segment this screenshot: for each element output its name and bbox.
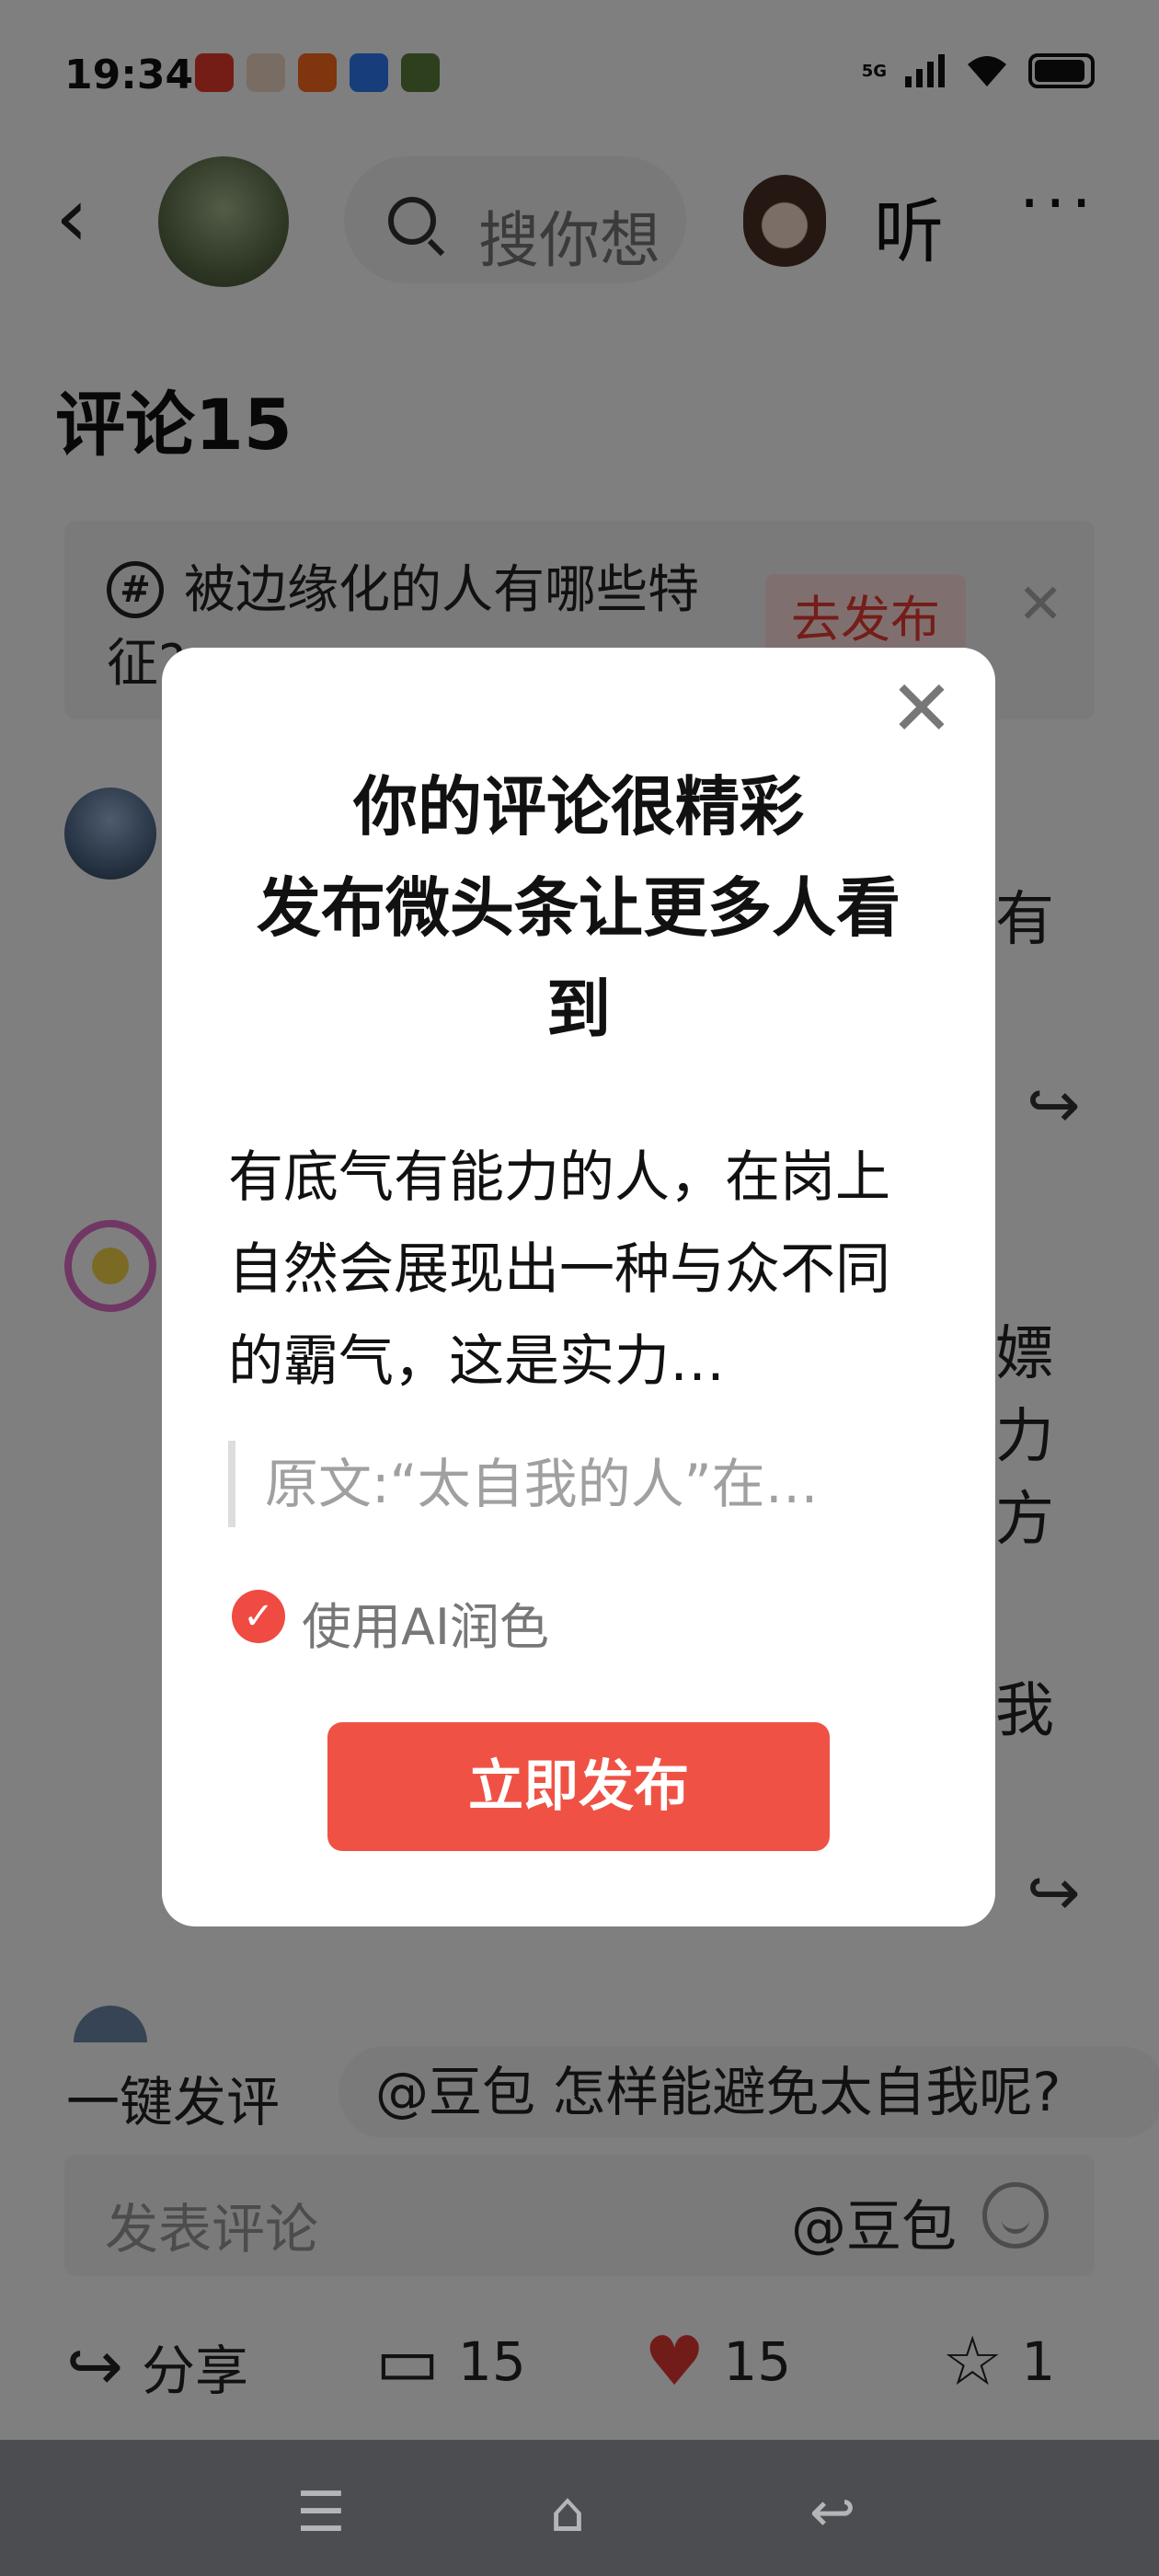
original-quote: 原文:“太自我的人”在… <box>228 1441 909 1527</box>
home-icon[interactable]: ⌂ <box>550 2480 585 2545</box>
modal-comment-text: 有底气有能力的人，在岗上自然会展现出一种与众不同的霸气，这是实力… <box>228 1145 890 1394</box>
system-nav-bar: ☰ ⌂ ↩ <box>0 2440 1159 2576</box>
checkbox-checked-icon[interactable]: ✓ <box>232 1590 285 1643</box>
modal-title: 你的评论很精彩 发布微头条让更多人看到 <box>257 769 901 1047</box>
publish-modal: ✕ 你的评论很精彩 发布微头条让更多人看到 有底气有能力的人，在岗上自然会展现出… <box>162 648 995 1926</box>
close-icon[interactable]: ✕ <box>885 670 958 747</box>
menu-icon[interactable]: ☰ <box>296 2480 346 2545</box>
back-nav-icon[interactable]: ↩ <box>809 2480 855 2545</box>
publish-now-button[interactable]: 立即发布 <box>327 1722 830 1851</box>
ai-polish-label[interactable]: 使用AI润色 <box>302 1586 549 1659</box>
